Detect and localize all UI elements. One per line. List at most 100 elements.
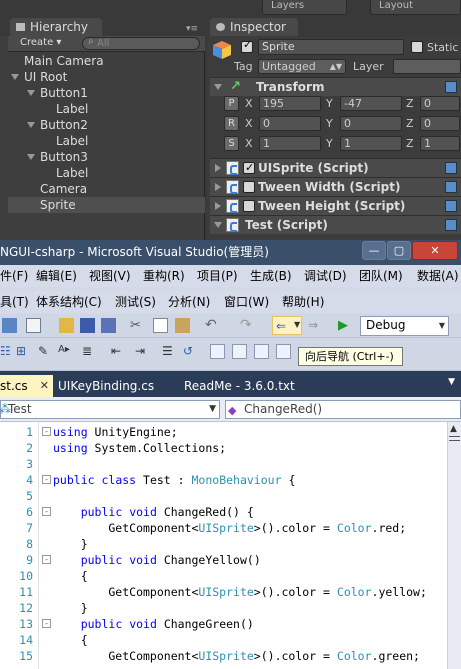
copy-icon[interactable] xyxy=(153,318,168,333)
navigate-forward-icon[interactable]: ⇒ xyxy=(308,318,323,333)
display-word-icon[interactable]: ≣ xyxy=(82,344,97,359)
document-tab[interactable]: st.cs ✕ xyxy=(0,375,53,397)
open-file-icon[interactable] xyxy=(59,318,74,333)
increase-indent-icon[interactable]: ⇥ xyxy=(135,344,150,359)
transform-x-field[interactable]: 0 xyxy=(259,116,321,131)
hierarchy-item[interactable]: UI Root xyxy=(8,69,205,85)
hierarchy-item[interactable]: Camera xyxy=(8,181,205,197)
collapse-icon[interactable]: - xyxy=(42,555,51,564)
code-line[interactable]: 6- public void ChangeRed() { xyxy=(0,504,447,520)
editor-scrollbar[interactable]: ▲ xyxy=(447,422,461,669)
component-header[interactable]: Tween Width (Script) xyxy=(210,177,461,196)
menu-item[interactable]: 编辑(E) xyxy=(36,265,77,287)
cut-icon[interactable]: ✂ xyxy=(130,318,145,333)
hierarchy-item[interactable]: Sprite xyxy=(8,197,205,213)
expand-arrow-icon[interactable] xyxy=(27,90,35,96)
transform-reset-button[interactable]: S xyxy=(224,136,239,151)
hierarchy-item[interactable]: Label xyxy=(8,101,205,117)
code-line[interactable]: 9- public void ChangeYellow() xyxy=(0,552,447,568)
component-enabled-checkbox[interactable] xyxy=(243,200,255,212)
transform-y-field[interactable]: -47 xyxy=(340,96,402,111)
navigate-backward-button[interactable]: ⇐ ▼ xyxy=(272,316,302,335)
layer-dropdown[interactable] xyxy=(393,59,461,74)
layout-dropdown[interactable]: Layout xyxy=(370,0,461,15)
code-line[interactable]: 4- public class Test : MonoBehaviour { xyxy=(0,472,447,488)
hierarchy-item[interactable]: Main Camera xyxy=(8,53,205,69)
save-all-icon[interactable] xyxy=(101,318,116,333)
parameter-info-icon[interactable]: ✎ xyxy=(38,344,53,359)
type-dropdown[interactable]: ⁂ Test ▼ xyxy=(0,400,220,419)
menu-item[interactable]: 测试(S) xyxy=(115,291,156,313)
menu-item[interactable]: 窗口(W) xyxy=(224,291,269,313)
complete-word-icon[interactable]: A▸ xyxy=(58,344,73,359)
transform-y-field[interactable]: 1 xyxy=(340,136,402,151)
menu-item[interactable]: 帮助(H) xyxy=(282,291,324,313)
transform-z-field[interactable]: 1 xyxy=(420,136,460,151)
menu-item[interactable]: 具(T) xyxy=(0,291,29,313)
component-enabled-checkbox[interactable]: ✓ xyxy=(243,161,255,174)
transform-header[interactable]: ↗ Transform xyxy=(210,77,461,96)
menu-item[interactable]: 团队(M) xyxy=(359,265,403,287)
fold-arrow-icon[interactable] xyxy=(214,222,222,228)
close-button[interactable]: ✕ xyxy=(412,241,458,260)
transform-reset-button[interactable]: P xyxy=(224,96,239,111)
transform-reset-button[interactable]: R xyxy=(224,116,239,131)
fold-arrow-icon[interactable] xyxy=(215,164,221,172)
code-line[interactable]: 15 GetComponent<UISprite>().color = Colo… xyxy=(0,648,447,664)
code-line[interactable]: 5 xyxy=(0,488,447,504)
code-line[interactable]: 10 { xyxy=(0,568,447,584)
object-name-field[interactable]: Sprite xyxy=(258,39,404,55)
expand-arrow-icon[interactable] xyxy=(27,122,35,128)
active-checkbox[interactable]: ✓ xyxy=(241,38,253,53)
add-item-icon[interactable] xyxy=(26,318,41,333)
menu-item[interactable]: 调试(D) xyxy=(304,265,347,287)
code-line[interactable]: 13- public void ChangeGreen() xyxy=(0,616,447,632)
transform-z-field[interactable]: 0 xyxy=(420,96,460,111)
clear-bookmarks-icon[interactable] xyxy=(276,344,291,359)
collapse-icon[interactable]: - xyxy=(42,475,51,484)
tab-overflow-icon[interactable]: ▼ xyxy=(448,377,455,387)
close-tab-icon[interactable]: ✕ xyxy=(40,375,49,397)
decrease-indent-icon[interactable]: ⇤ xyxy=(111,344,126,359)
code-line[interactable]: 7 GetComponent<UISprite>().color = Color… xyxy=(0,520,447,536)
layers-dropdown[interactable]: Layers xyxy=(262,0,347,15)
tag-dropdown[interactable]: Untagged ▲▼ xyxy=(258,59,346,74)
comment-out-icon[interactable]: ☰ xyxy=(162,344,177,359)
object-browser-icon[interactable]: ☷ xyxy=(0,344,15,359)
next-bookmark-icon[interactable] xyxy=(254,344,269,359)
bookmark-icon[interactable] xyxy=(210,344,225,359)
static-checkbox[interactable] xyxy=(411,41,423,53)
transform-y-field[interactable]: 0 xyxy=(340,116,402,131)
hierarchy-item[interactable]: Button2 xyxy=(8,117,205,133)
code-line[interactable]: 8 } xyxy=(0,536,447,552)
collapse-icon[interactable]: - xyxy=(42,507,51,516)
expand-arrow-icon[interactable] xyxy=(11,74,19,80)
menu-item[interactable]: 分析(N) xyxy=(168,291,210,313)
minimize-button[interactable]: — xyxy=(362,241,386,260)
component-enabled-checkbox[interactable] xyxy=(243,181,255,193)
new-project-icon[interactable] xyxy=(2,318,17,333)
start-debugging-icon[interactable]: ▶ xyxy=(338,318,353,333)
code-line[interactable]: 1- using UnityEngine; xyxy=(0,424,447,440)
component-help-icon[interactable] xyxy=(445,162,457,174)
split-handle-icon[interactable] xyxy=(449,436,460,441)
redo-icon[interactable]: ↷ xyxy=(240,318,255,333)
code-line[interactable]: 11 GetComponent<UISprite>().color = Colo… xyxy=(0,584,447,600)
hierarchy-item[interactable]: Button1 xyxy=(8,85,205,101)
code-line[interactable]: 12 } xyxy=(0,600,447,616)
menu-item[interactable]: 视图(V) xyxy=(89,265,131,287)
transform-x-field[interactable]: 195 xyxy=(259,96,321,111)
inspector-tab[interactable]: Inspector xyxy=(210,18,298,36)
component-help-icon[interactable] xyxy=(445,219,457,231)
component-header[interactable]: ✓ UISprite (Script) xyxy=(210,158,461,177)
transform-x-field[interactable]: 1 xyxy=(259,136,321,151)
collapse-icon[interactable]: - xyxy=(42,427,51,436)
solution-config-dropdown[interactable]: Debug ▼ xyxy=(360,316,449,336)
code-line[interactable]: 3 xyxy=(0,456,447,472)
menu-item[interactable]: 生成(B) xyxy=(250,265,292,287)
hierarchy-item[interactable]: Label xyxy=(8,165,205,181)
code-line[interactable]: 2 using System.Collections; xyxy=(0,440,447,456)
code-editor[interactable]: 1- using UnityEngine; 2 using System.Collec… xyxy=(0,422,447,669)
member-dropdown[interactable]: ◆ ChangeRed() xyxy=(225,400,461,419)
scroll-up-icon[interactable]: ▲ xyxy=(450,424,457,434)
